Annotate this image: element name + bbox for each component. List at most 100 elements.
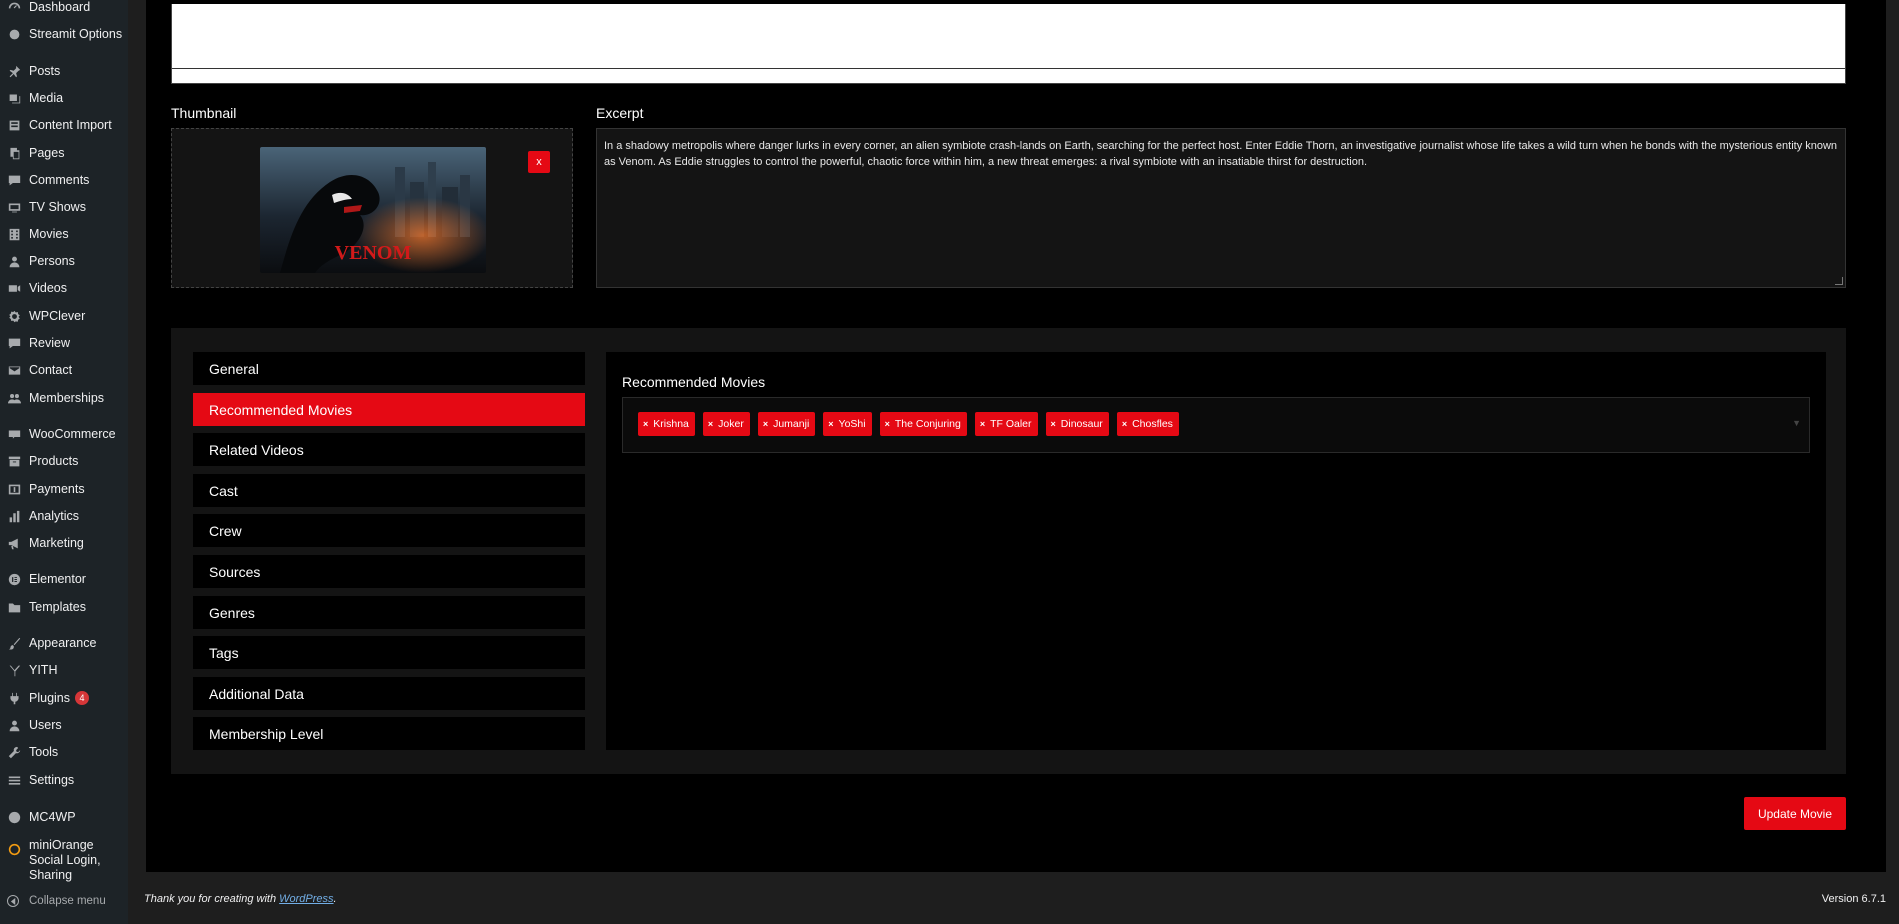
sidebar-item-elementor[interactable]: Elementor [0,568,128,590]
wordpress-link[interactable]: WordPress [279,893,333,905]
chip-label: Chosfles [1132,418,1173,430]
chip-label: Dinosaur [1060,418,1103,430]
streamit-icon [7,27,21,41]
excerpt-text: In a shadowy metropolis where danger lur… [604,140,1838,168]
selected-movie-chip: × Joker [702,412,750,436]
tab-tags[interactable]: Tags [193,636,585,669]
sidebar-item-analytics[interactable]: Analytics [0,505,128,527]
sidebar-item-label: Pages [29,146,65,160]
sidebar-item-users[interactable]: Users [0,714,128,736]
selected-movie-chip: × Jumanji [757,412,816,436]
sidebar-item-templates[interactable]: Templates [0,596,128,618]
tab-additional-data[interactable]: Additional Data [193,677,585,710]
selected-movie-chip: × TF Oaler [974,412,1038,436]
footer-thanks-text: Thank you for creating with [144,893,280,905]
sidebar-item-miniorange[interactable]: miniOrange Social Login, Sharing [0,838,128,884]
thumbnail-image: VENOM [260,147,486,273]
remove-chip-icon[interactable]: × [643,419,648,429]
remove-chip-icon[interactable]: × [885,419,890,429]
sidebar-item-payments[interactable]: Payments [0,478,128,500]
sidebar-item-wpclever[interactable]: WPClever [0,305,128,327]
sidebar-item-label: Videos [29,281,67,295]
groups-icon [7,391,21,405]
recommended-movies-select[interactable]: × Krishna × Joker × Jumanji × YoShi × The Conjuri… [622,397,1810,453]
sidebar-item-tv-shows[interactable]: TV Shows [0,196,128,218]
tab-general[interactable]: General [193,352,585,385]
sidebar-item-persons[interactable]: Persons [0,250,128,272]
sidebar-item-dashboard[interactable]: Dashboard [0,0,128,18]
import-icon [7,118,21,132]
megaphone-icon [7,536,21,550]
bar-chart-icon [7,509,21,523]
remove-thumbnail-button[interactable]: x [528,151,550,173]
sidebar-item-tools[interactable]: Tools [0,741,128,763]
sidebar-item-label: YITH [29,663,58,677]
sidebar-item-memberships[interactable]: Memberships [0,387,128,409]
remove-chip-icon[interactable]: × [763,419,768,429]
sidebar-item-posts[interactable]: Posts [0,60,128,82]
tab-cast[interactable]: Cast [193,474,585,507]
sidebar-item-pages[interactable]: Pages [0,142,128,164]
tab-recommended-movies[interactable]: Recommended Movies [193,393,585,426]
excerpt-textarea[interactable]: In a shadowy metropolis where danger lur… [596,128,1846,288]
tab-sources[interactable]: Sources [193,555,585,588]
tab-related-videos[interactable]: Related Videos [193,433,585,466]
tab-genres[interactable]: Genres [193,596,585,629]
chevron-down-icon[interactable]: ▼ [1792,418,1801,428]
thumbnail-dropzone[interactable]: VENOM x [171,128,573,288]
sidebar-item-appearance[interactable]: Appearance [0,632,128,654]
sidebar-item-label: Payments [29,482,85,496]
sidebar-item-videos[interactable]: Videos [0,277,128,299]
selected-movie-chip: × Chosfles [1116,412,1179,436]
sidebar-item-label: Content Import [29,118,112,132]
comments-icon [7,173,21,187]
remove-chip-icon[interactable]: × [1051,419,1056,429]
sidebar-item-label: miniOrange Social Login, Sharing [29,838,101,882]
plugins-label: Plugins [29,690,70,705]
sidebar-item-label: Plugins 4 [29,691,89,706]
sidebar-item-plugins[interactable]: Plugins 4 [0,687,128,709]
sidebar-item-marketing[interactable]: Marketing [0,532,128,554]
editor-divider [172,68,1845,69]
chip-label: YoShi [838,418,866,430]
sidebar-item-movies[interactable]: Movies [0,223,128,245]
sidebar-item-yith[interactable]: YITH [0,659,128,681]
sidebar-item-label: Products [29,454,79,468]
sidebar-item-label: Dashboard [29,0,91,14]
dollar-icon [7,482,21,496]
remove-chip-icon[interactable]: × [980,419,985,429]
sidebar-item-mc4wp[interactable]: MC4WP [0,806,128,828]
plugin-icon [7,691,21,705]
sidebar-item-label: Comments [29,173,90,187]
pages-icon [7,146,21,160]
update-movie-button[interactable]: Update Movie [1744,797,1846,830]
sidebar-item-label: Tools [29,745,59,759]
sidebar-item-media[interactable]: Media [0,87,128,109]
sidebar-item-settings[interactable]: Settings [0,769,128,791]
sidebar-item-comments[interactable]: Comments [0,169,128,191]
tab-membership-level[interactable]: Membership Level [193,717,585,750]
remove-chip-icon[interactable]: × [1122,419,1127,429]
selected-movie-chip: × Krishna [638,412,695,436]
description-editor[interactable] [171,4,1846,84]
tab-crew[interactable]: Crew [193,514,585,547]
tv-icon [7,200,21,214]
sidebar-item-label: Persons [29,254,75,268]
sidebar-item-streamit-options[interactable]: Streamit Options [0,23,128,45]
sidebar-item-contact[interactable]: Contact [0,359,128,381]
remove-chip-icon[interactable]: × [828,419,833,429]
collapse-menu-button[interactable]: Collapse menu [0,890,128,912]
selected-movie-chip: × Dinosaur [1045,412,1109,436]
remove-chip-icon[interactable]: × [708,419,713,429]
sidebar-item-review[interactable]: Review [0,332,128,354]
collapse-menu-label: Collapse menu [29,895,106,907]
thumbnail-title: VENOM [335,242,412,264]
dashboard-icon [7,0,21,14]
selected-movies-list: × Krishna × Joker × Jumanji × YoShi × The Conjuri… [638,412,1179,436]
sidebar-item-woocommerce[interactable]: WooCommerce [0,423,128,445]
sidebar-item-products[interactable]: Products [0,450,128,472]
video-icon [7,281,21,295]
settings-icon [7,773,21,787]
resize-handle-icon[interactable] [1835,277,1843,285]
sidebar-item-content-import[interactable]: Content Import [0,114,128,136]
